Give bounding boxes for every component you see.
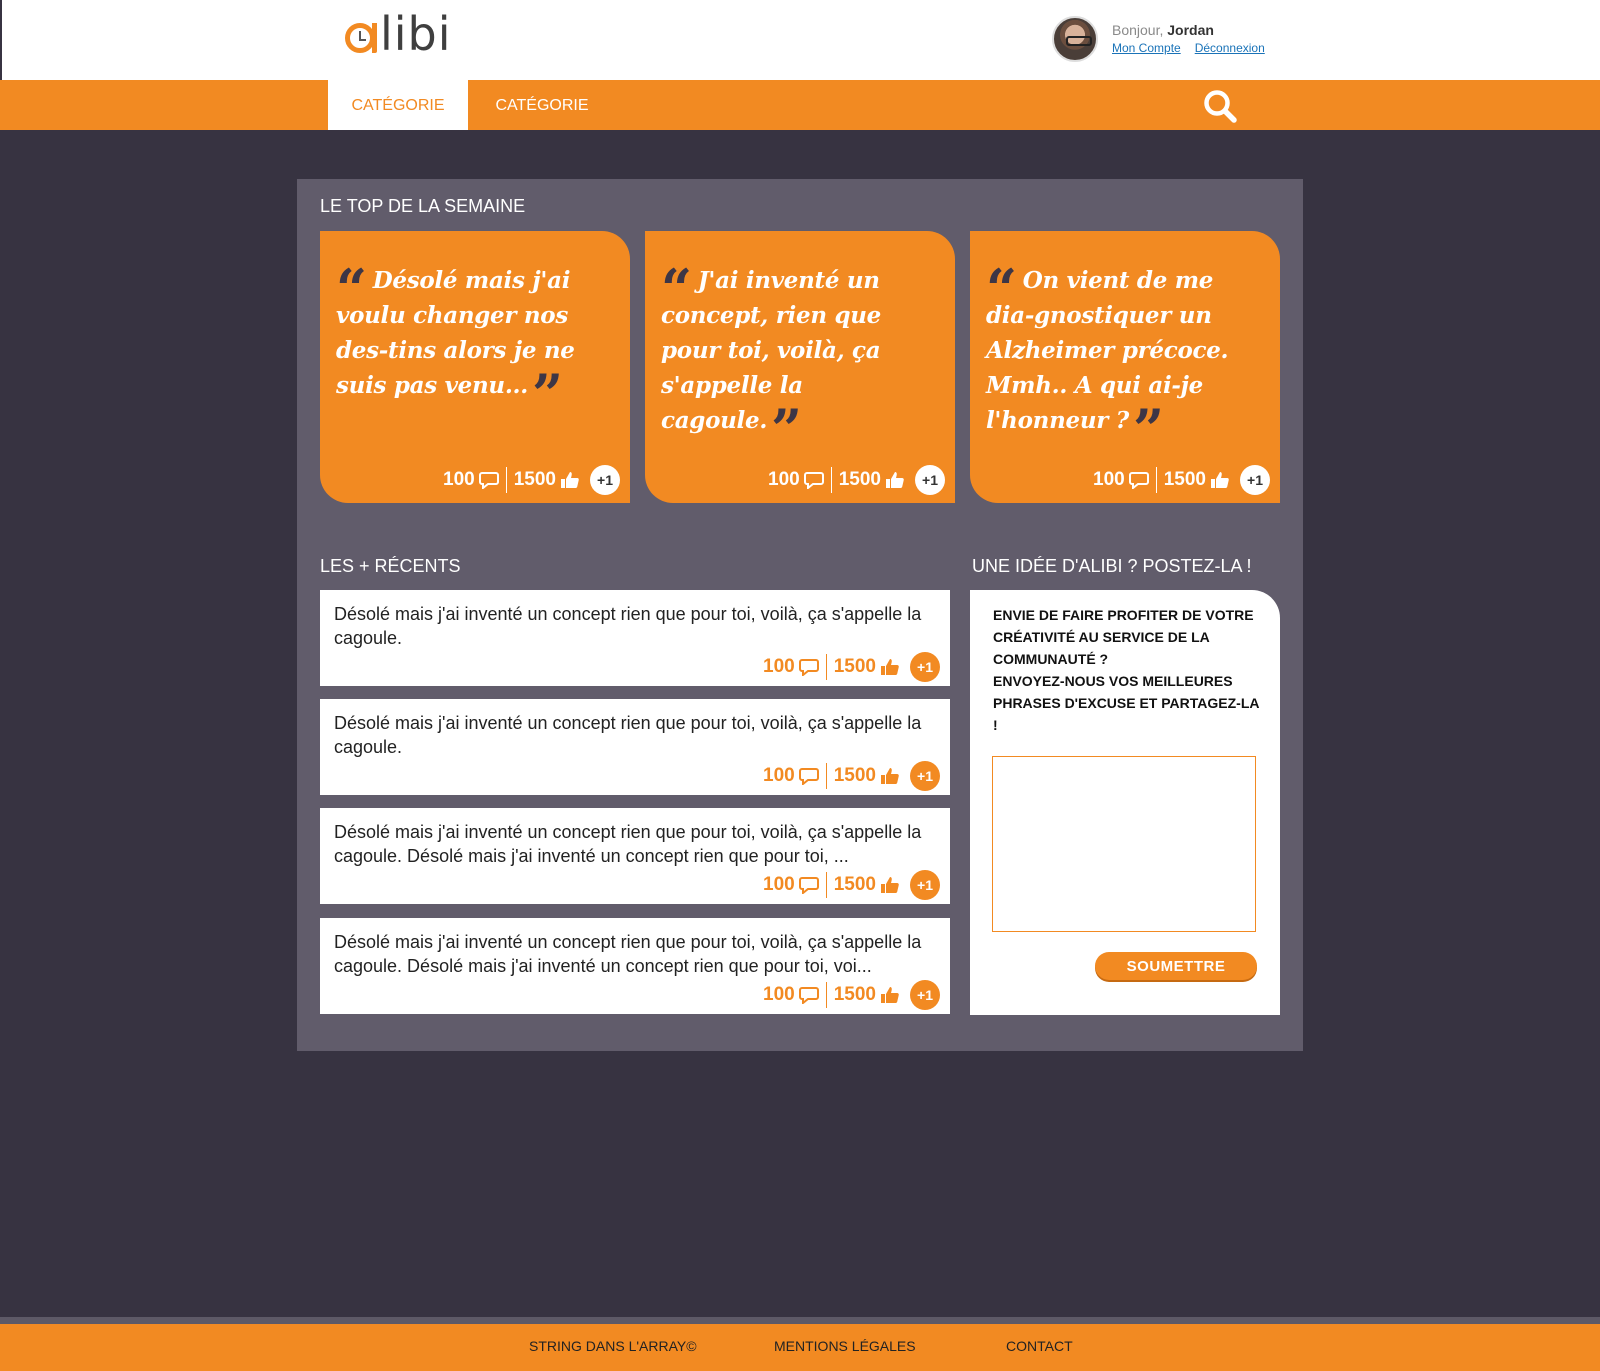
footer-link-copyright[interactable]: STRING DANS L'ARRAY© xyxy=(529,1338,697,1354)
plus-one-button[interactable]: +1 xyxy=(590,465,620,495)
comment-count: 100 xyxy=(763,874,795,895)
list-item[interactable]: Désolé mais j'ai inventé un concept rien… xyxy=(320,590,950,686)
card-stats: 100 1500 +1 xyxy=(1093,465,1270,495)
close-quote-icon: ” xyxy=(531,362,563,426)
thumbs-up-icon[interactable] xyxy=(880,767,900,785)
quote-text: On vient de me dia-gnostiquer un Alzheim… xyxy=(986,267,1229,434)
list-item[interactable]: Désolé mais j'ai inventé un concept rien… xyxy=(320,699,950,795)
comment-icon[interactable] xyxy=(798,658,819,676)
thumbs-up-icon[interactable] xyxy=(560,471,580,489)
like-count: 1500 xyxy=(833,765,876,786)
plus-one-button[interactable]: +1 xyxy=(910,761,940,791)
thumbs-up-icon[interactable] xyxy=(880,876,900,894)
top-week-title: LE TOP DE LA SEMAINE xyxy=(320,196,526,216)
recent-text: Désolé mais j'ai inventé un concept rien… xyxy=(334,713,922,757)
plus-one-button[interactable]: +1 xyxy=(915,465,945,495)
plus-one-button[interactable]: +1 xyxy=(910,652,940,682)
footer-link-contact[interactable]: CONTACT xyxy=(1006,1338,1073,1354)
footer-link-legal[interactable]: MENTIONS LÉGALES xyxy=(774,1338,916,1354)
thumbs-up-icon[interactable] xyxy=(880,658,900,676)
plus-one-button[interactable]: +1 xyxy=(1240,465,1270,495)
footer: STRING DANS L'ARRAY© MENTIONS LÉGALES CO… xyxy=(0,1317,1600,1371)
close-quote-icon: ” xyxy=(771,397,802,461)
submit-intro-1: Envie de faire profiter de votre créativ… xyxy=(993,607,1254,667)
plus-one-button[interactable]: +1 xyxy=(910,870,940,900)
like-count: 1500 xyxy=(838,469,881,490)
submit-box: Envie de faire profiter de votre créativ… xyxy=(970,590,1280,1015)
comment-icon[interactable] xyxy=(478,471,499,489)
thumbs-up-icon[interactable] xyxy=(1210,471,1230,489)
greeting: Bonjour, xyxy=(1112,22,1164,38)
thumbs-up-icon[interactable] xyxy=(885,471,905,489)
account-link[interactable]: Mon Compte xyxy=(1112,39,1181,57)
top-card[interactable]: “J'ai inventé un concept, rien que pour … xyxy=(645,231,955,503)
comment-count: 100 xyxy=(763,984,795,1005)
avatar[interactable] xyxy=(1052,16,1098,62)
top-card[interactable]: “Désolé mais j'ai voulu changer nos des-… xyxy=(320,231,630,503)
thumbs-up-icon[interactable] xyxy=(880,986,900,1004)
comment-count: 100 xyxy=(763,656,795,677)
comment-icon[interactable] xyxy=(798,876,819,894)
like-count: 1500 xyxy=(513,469,556,490)
submit-intro-2: Envoyez-nous vos meilleures phrases d'ex… xyxy=(993,673,1259,733)
submit-title: UNE IDÉE D'ALIBI ? POSTEZ-LA ! xyxy=(972,556,1252,576)
recent-title: LES + RÉCENTS xyxy=(320,556,461,576)
like-count: 1500 xyxy=(833,656,876,677)
tab-category-1[interactable]: CATÉGORIE xyxy=(328,80,468,130)
comment-icon[interactable] xyxy=(1128,471,1149,489)
like-count: 1500 xyxy=(1163,469,1206,490)
comment-count: 100 xyxy=(1093,469,1125,490)
recent-text: Désolé mais j'ai inventé un concept rien… xyxy=(334,932,922,976)
card-stats: 100 1500 +1 xyxy=(768,465,945,495)
plus-one-button[interactable]: +1 xyxy=(910,980,940,1010)
tab-category-2[interactable]: CATÉGORIE xyxy=(468,80,616,130)
comment-icon[interactable] xyxy=(798,986,819,1004)
alibi-textarea[interactable] xyxy=(992,756,1256,932)
item-stats: 100 1500 +1 xyxy=(763,652,940,682)
item-stats: 100 1500 +1 xyxy=(763,761,940,791)
comment-count: 100 xyxy=(768,469,800,490)
recent-text: Désolé mais j'ai inventé un concept rien… xyxy=(334,822,922,866)
clock-icon xyxy=(345,23,375,53)
user-name: Jordan xyxy=(1167,22,1214,38)
logout-link[interactable]: Déconnexion xyxy=(1195,39,1265,57)
card-stats: 100 1500 +1 xyxy=(443,465,620,495)
logo-text: libi xyxy=(380,7,452,61)
header: libi Bonjour, Jordan Mon Compte Déconnex… xyxy=(0,0,1600,80)
comment-count: 100 xyxy=(763,765,795,786)
close-quote-icon: ” xyxy=(1132,397,1164,461)
list-item[interactable]: Désolé mais j'ai inventé un concept rien… xyxy=(320,808,950,904)
submit-button[interactable]: SOUMETTRE xyxy=(1095,952,1257,980)
like-count: 1500 xyxy=(833,984,876,1005)
like-count: 1500 xyxy=(833,874,876,895)
user-panel: Bonjour, Jordan Mon Compte Déconnexion xyxy=(1052,16,1265,62)
top-card[interactable]: “On vient de me dia-gnostiquer un Alzhei… xyxy=(970,231,1280,503)
recent-text: Désolé mais j'ai inventé un concept rien… xyxy=(334,604,922,648)
item-stats: 100 1500 +1 xyxy=(763,980,940,1010)
comment-icon[interactable] xyxy=(798,767,819,785)
comment-icon[interactable] xyxy=(803,471,824,489)
nav-bar: CATÉGORIE CATÉGORIE xyxy=(0,80,1600,130)
logo[interactable]: libi xyxy=(345,8,452,60)
comment-count: 100 xyxy=(443,469,475,490)
item-stats: 100 1500 +1 xyxy=(763,870,940,900)
list-item[interactable]: Désolé mais j'ai inventé un concept rien… xyxy=(320,918,950,1014)
search-icon[interactable] xyxy=(1202,88,1238,124)
